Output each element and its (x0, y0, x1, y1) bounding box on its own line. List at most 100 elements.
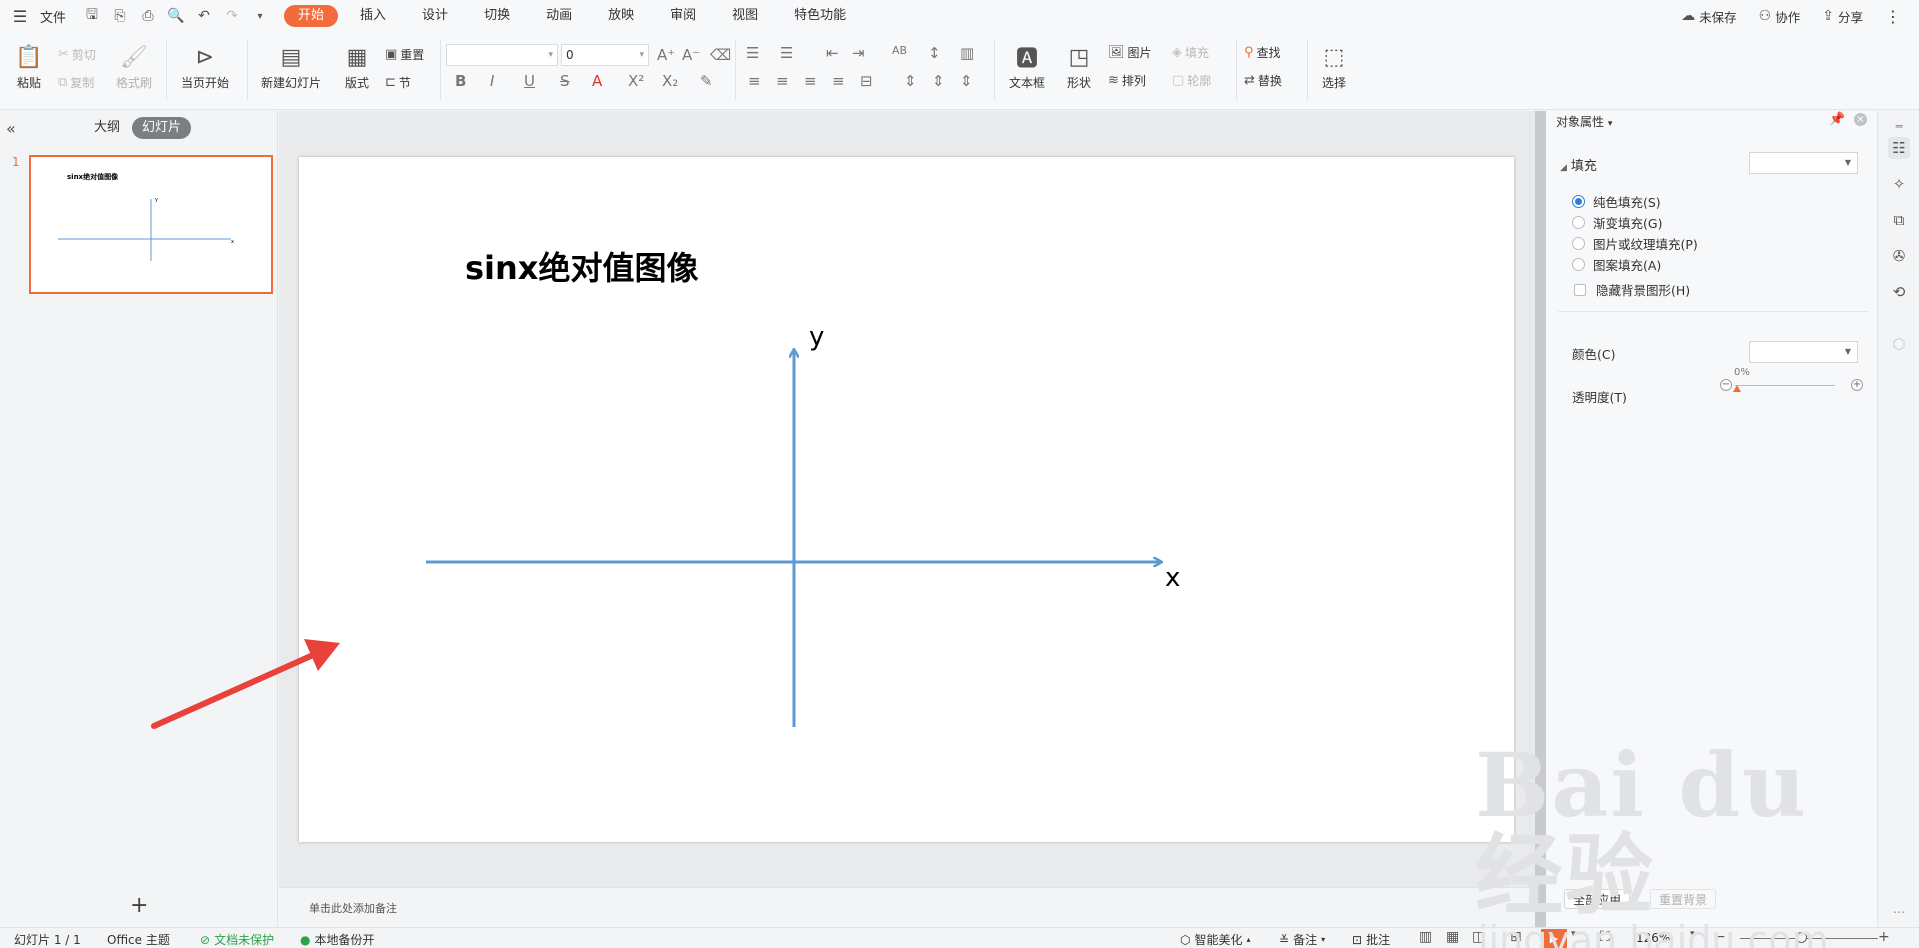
italic-icon[interactable]: I (490, 72, 494, 90)
chevron-down-icon[interactable]: ▾ (1571, 929, 1576, 939)
zoom-level[interactable]: 126% (1636, 931, 1670, 945)
justify-icon[interactable]: ≡ (832, 72, 845, 90)
superscript-icon[interactable]: X² (628, 72, 644, 90)
play-slideshow-button[interactable]: ▶ (1541, 929, 1567, 948)
section-button[interactable]: ⊏ 节 (385, 74, 411, 91)
color-select[interactable]: ▼ (1749, 341, 1858, 363)
align-right-icon[interactable]: ≡ (804, 72, 817, 90)
vertical-scrollbar[interactable] (1535, 111, 1546, 927)
minus-icon[interactable]: − (1720, 379, 1732, 391)
layout-button[interactable]: ▦ 版式 (337, 40, 377, 91)
comments-toggle[interactable]: ⊡ 批注 (1352, 931, 1390, 948)
file-menu[interactable]: 文件 (40, 7, 66, 26)
cut-button[interactable]: ✂ 剪切 (58, 46, 96, 63)
reading-view-icon[interactable]: ◫ (1472, 929, 1485, 945)
more-dots-icon[interactable]: ⋯ (1888, 901, 1910, 923)
tab-home[interactable]: 开始 (284, 5, 339, 27)
notes-toggle[interactable]: ≚ 备注 ▾ (1279, 931, 1325, 948)
transparency-slider[interactable]: − 0% + (1720, 367, 1870, 403)
pin-icon[interactable]: 📌 (1829, 112, 1845, 127)
properties-icon[interactable]: ☷ (1888, 137, 1910, 159)
select-button[interactable]: ⬚ 选择 (1315, 40, 1353, 91)
paste-button[interactable]: 📋 粘贴 (12, 40, 46, 91)
strikethrough-icon[interactable]: S (560, 72, 570, 90)
zoom-dropdown-icon[interactable]: ▾ (1690, 929, 1695, 939)
more-menu-icon[interactable]: ⋮ (1885, 7, 1901, 26)
increase-indent-icon[interactable]: ⇥ (852, 44, 865, 62)
font-size-select[interactable]: 0 ▾ (561, 44, 649, 66)
panel-title[interactable]: 对象属性 ▾ (1556, 113, 1612, 130)
font-name-select[interactable]: ▾ (446, 44, 558, 66)
zoom-out-icon[interactable]: − (1714, 929, 1726, 945)
unsaved-status[interactable]: ☁ 未保存 (1681, 7, 1737, 26)
undo-icon[interactable]: ↶ (192, 4, 216, 28)
hide-background-checkbox[interactable]: 隐藏背景图形(H) (1574, 280, 1690, 299)
cube-icon[interactable]: ⬡ (1888, 333, 1910, 355)
fill-color-select[interactable]: ▼ (1749, 152, 1858, 174)
fill-picture-option[interactable]: 图片或纹理填充(P) (1572, 234, 1698, 253)
print-icon[interactable]: ⎙ (136, 4, 160, 28)
redo-icon[interactable]: ↷ (220, 4, 244, 28)
save-icon[interactable]: 🖫 (80, 4, 104, 28)
tab-special[interactable]: 特色功能 (780, 5, 860, 27)
shape-button[interactable]: ◳ 形状 (1059, 40, 1099, 91)
strip-handle-icon[interactable]: ═ (1888, 115, 1910, 137)
tab-design[interactable]: 设计 (408, 5, 462, 27)
presenter-view-icon[interactable]: ⊞ (1510, 929, 1522, 945)
reset-background-button[interactable]: 重置背景 (1650, 889, 1717, 909)
export-icon[interactable]: ⎘ (108, 4, 132, 28)
tab-view[interactable]: 视图 (718, 5, 772, 27)
animation-icon[interactable]: ✧ (1888, 173, 1910, 195)
tab-review[interactable]: 审阅 (656, 5, 710, 27)
x-axis-label[interactable]: x (1165, 563, 1180, 593)
play-from-current-button[interactable]: ⊳ 当页开始 (174, 40, 236, 91)
document-protection[interactable]: ⊘ 文档未保护 (200, 931, 274, 948)
decrease-indent-icon[interactable]: ⇤ (826, 44, 839, 62)
fill-button[interactable]: ◈ 填充 (1172, 44, 1209, 61)
zoom-knob[interactable] (1796, 932, 1807, 943)
subscript-icon[interactable]: X₂ (662, 72, 678, 90)
fill-solid-option[interactable]: 纯色填充(S) (1572, 192, 1661, 211)
beautify-icon[interactable]: ✇ (1888, 245, 1910, 267)
picture-button[interactable]: 🖼 图片 (1108, 44, 1152, 61)
convert-icon[interactable]: ⇕ (960, 72, 973, 90)
slide[interactable]: sinx绝对值图像 y x (299, 157, 1514, 842)
fit-window-icon[interactable]: ⛶ (1600, 929, 1610, 945)
local-backup[interactable]: ● 本地备份开 (300, 931, 375, 948)
format-painter-button[interactable]: 🖌 格式刷 (114, 40, 154, 91)
text-direction-icon[interactable]: AB (892, 44, 907, 57)
sorter-view-icon[interactable]: ▦ (1446, 929, 1459, 945)
zoom-slider[interactable] (1740, 938, 1878, 939)
copy-button[interactable]: ⧉ 复制 (58, 74, 94, 91)
plus-icon[interactable]: + (1851, 379, 1863, 391)
bold-icon[interactable]: B (455, 72, 466, 90)
tab-transitions[interactable]: 切换 (470, 5, 524, 27)
arrange-button[interactable]: ≋ 排列 (1108, 72, 1146, 89)
customize-icon[interactable]: ▾ (248, 4, 272, 28)
apply-all-button[interactable]: 全部应用 (1564, 889, 1631, 909)
numbering-icon[interactable]: ☰ (780, 44, 793, 62)
fill-section-header[interactable]: ◢ 填充 (1560, 155, 1597, 174)
zoom-in-icon[interactable]: + (1878, 929, 1890, 945)
find-button[interactable]: ⚲ 查找 (1244, 44, 1281, 61)
notes-placeholder[interactable]: 单击此处添加备注 (309, 900, 397, 916)
tab-slideshow[interactable]: 放映 (594, 5, 648, 27)
fill-gradient-option[interactable]: 渐变填充(G) (1572, 213, 1662, 232)
line-spacing-icon[interactable]: ↕ (928, 44, 941, 62)
transition-icon[interactable]: ⧉ (1888, 209, 1910, 231)
smart-beautify-button[interactable]: ⬡ 智能美化 ▴ (1180, 931, 1251, 948)
slider-knob[interactable] (1733, 385, 1741, 392)
font-color-icon[interactable]: A (592, 72, 602, 90)
normal-view-icon[interactable]: ▥ (1419, 929, 1432, 945)
decrease-font-icon[interactable]: A⁻ (682, 46, 700, 64)
collaborate-button[interactable]: ⚇ 协作 (1759, 7, 1801, 26)
increase-font-icon[interactable]: A⁺ (657, 46, 675, 64)
paragraph-spacing-icon[interactable]: ⇕ (904, 72, 917, 90)
tab-insert[interactable]: 插入 (346, 5, 400, 27)
history-icon[interactable]: ⟲ (1888, 281, 1910, 303)
text-box-button[interactable]: 🅰 文本框 (1003, 40, 1051, 91)
notes-area[interactable]: 单击此处添加备注 (279, 887, 1535, 927)
y-axis-label[interactable]: y (809, 322, 824, 352)
add-slide-icon[interactable]: + (130, 893, 148, 918)
distribute-icon[interactable]: ⊟ (860, 72, 873, 90)
